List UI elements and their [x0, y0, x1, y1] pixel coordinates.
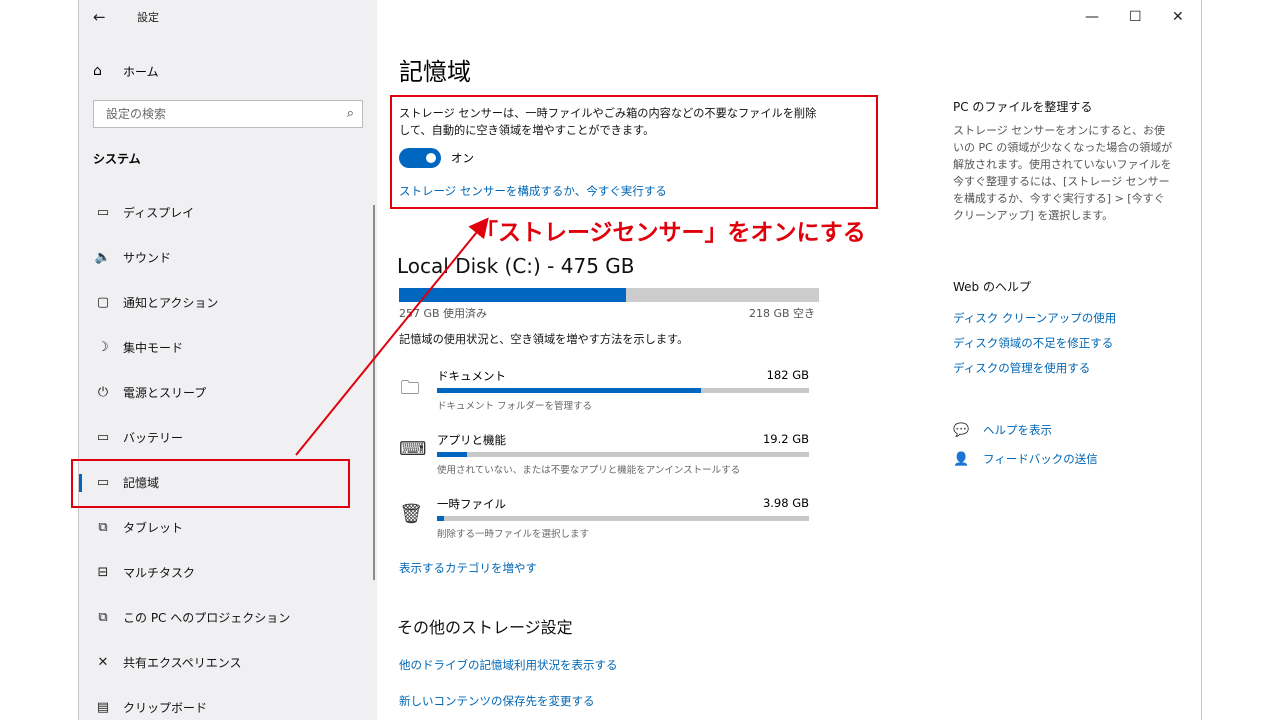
- category-subtext: ドキュメント フォルダーを管理する: [437, 401, 593, 412]
- category-usage-bar: [437, 452, 809, 457]
- send-feedback-label: フィードバックの送信: [983, 452, 1098, 466]
- organize-files-body: ストレージ センサーをオンにすると、お使いの PC の領域が少なくなった場合の領…: [953, 124, 1173, 222]
- sidebar-item-label: タブレット: [123, 521, 184, 535]
- sidebar-item-tablet[interactable]: ⧉ タブレット: [79, 505, 377, 550]
- category-name: アプリと機能: [437, 433, 506, 447]
- speaker-icon: 🔈: [94, 250, 112, 265]
- sidebar-item-focus-assist[interactable]: ☽ 集中モード: [79, 325, 377, 370]
- clipboard-icon: ▤: [96, 700, 110, 715]
- minimize-button[interactable]: —: [1085, 9, 1099, 25]
- search-box: ⌕: [93, 100, 363, 128]
- display-icon: ▭: [96, 205, 110, 220]
- home-icon: ⌂: [93, 63, 102, 79]
- annotation-storage-sense-box: [390, 95, 878, 209]
- search-input[interactable]: [94, 101, 334, 127]
- maximize-button[interactable]: ☐: [1129, 9, 1142, 25]
- sidebar-item-label: 通知とアクション: [123, 296, 219, 310]
- web-help-link-disk-management[interactable]: ディスクの管理を使用する: [953, 360, 1090, 376]
- search-icon[interactable]: ⌕: [347, 106, 354, 121]
- category-size: 3.98 GB: [762, 496, 809, 510]
- trash-icon: 🗑: [399, 503, 424, 525]
- moon-icon: ☽: [97, 340, 109, 355]
- category-usage-fill: [437, 516, 445, 521]
- web-help-title: Web のヘルプ: [953, 280, 1031, 294]
- disk-free-label: 218 GB 空き: [749, 307, 816, 320]
- get-help-button[interactable]: 💬 ヘルプを表示: [953, 420, 1052, 440]
- sidebar-item-projection[interactable]: ⧉ この PC へのプロジェクション: [79, 595, 377, 640]
- disk-description: 記憶域の使用状況と、空き領域を増やす方法を示します。: [399, 333, 689, 346]
- keyboard-icon: ⌨: [399, 438, 427, 460]
- sidebar-section-title: システム: [93, 152, 141, 166]
- tablet-icon: ⧉: [98, 520, 108, 535]
- close-button[interactable]: ✕: [1172, 9, 1184, 25]
- projection-icon: ⧉: [98, 610, 108, 625]
- sidebar-item-multitasking[interactable]: ⊟ マルチタスク: [79, 550, 377, 595]
- shared-experiences-icon: ✕: [97, 655, 109, 670]
- show-more-categories-link[interactable]: 表示するカテゴリを増やす: [399, 560, 537, 576]
- sidebar-scrollbar[interactable]: [373, 205, 375, 580]
- sidebar-item-display[interactable]: ▭ ディスプレイ: [79, 190, 377, 235]
- sidebar-item-battery[interactable]: ▭ バッテリー: [79, 415, 377, 460]
- notification-icon: ▢: [96, 295, 110, 310]
- sidebar-item-label: この PC へのプロジェクション: [123, 611, 291, 625]
- disk-usage-bar: [399, 288, 819, 302]
- category-documents[interactable]: 🗀 ドキュメント 182 GB ドキュメント フォルダーを管理する: [399, 368, 809, 416]
- change-save-location-link[interactable]: 新しいコンテンツの保存先を変更する: [399, 693, 595, 709]
- disk-used-label: 257 GB 使用済み: [399, 307, 488, 320]
- get-help-label: ヘルプを表示: [983, 423, 1052, 437]
- category-size: 19.2 GB: [762, 432, 809, 446]
- annotation-text: 「ストレージセンサー」をオンにする: [475, 220, 866, 246]
- category-usage-fill: [437, 388, 702, 393]
- category-name: 一時ファイル: [437, 497, 506, 511]
- category-subtext: 削除する一時ファイルを選択します: [437, 529, 590, 540]
- sidebar-item-notifications[interactable]: ▢ 通知とアクション: [79, 280, 377, 325]
- sidebar-item-label: 電源とスリープ: [123, 386, 207, 400]
- sidebar-item-power-sleep[interactable]: ⏻ 電源とスリープ: [79, 370, 377, 415]
- chat-help-icon: 💬: [953, 422, 970, 438]
- web-help-link-disk-cleanup[interactable]: ディスク クリーンアップの使用: [953, 310, 1116, 326]
- battery-icon: ▭: [96, 430, 110, 445]
- category-temp-files[interactable]: 🗑 一時ファイル 3.98 GB 削除する一時ファイルを選択します: [399, 496, 809, 544]
- sidebar-nav: ▭ ディスプレイ 🔈 サウンド ▢ 通知とアクション ☽ 集中モード ⏻ 電源と…: [79, 190, 377, 720]
- sidebar-item-label: マルチタスク: [123, 566, 196, 580]
- sidebar-item-sound[interactable]: 🔈 サウンド: [79, 235, 377, 280]
- category-usage-fill: [437, 452, 467, 457]
- window-title: 設定: [137, 11, 159, 24]
- folder-icon: 🗀: [400, 377, 420, 399]
- category-subtext: 使用されていない、または不要なアプリと機能をアンインストールする: [437, 465, 741, 476]
- category-name: ドキュメント: [437, 369, 506, 383]
- multitasking-icon: ⊟: [97, 565, 109, 580]
- other-storage-settings-title: その他のストレージ設定: [397, 618, 573, 637]
- category-size: 182 GB: [766, 368, 809, 382]
- power-icon: ⏻: [97, 385, 109, 400]
- sidebar-item-label: サウンド: [123, 251, 172, 265]
- other-drives-usage-link[interactable]: 他のドライブの記憶域利用状況を表示する: [399, 657, 618, 673]
- web-help-link-fix-low-space[interactable]: ディスク領域の不足を修正する: [953, 335, 1113, 351]
- back-arrow-icon[interactable]: ←: [93, 8, 113, 26]
- send-feedback-button[interactable]: 👤 フィードバックの送信: [953, 449, 1098, 469]
- sidebar-item-label: ホーム: [123, 64, 159, 79]
- feedback-icon: 👤: [953, 451, 970, 467]
- sidebar-item-home[interactable]: ⌂ ホーム: [93, 60, 159, 82]
- page-title: 記憶域: [399, 58, 471, 86]
- annotation-storage-nav-box: [71, 459, 350, 508]
- sidebar-item-clipboard[interactable]: ▤ クリップボード: [79, 685, 377, 720]
- sidebar-item-label: ディスプレイ: [123, 206, 195, 220]
- category-usage-bar: [437, 516, 809, 521]
- sidebar-item-label: 共有エクスペリエンス: [123, 656, 242, 670]
- sidebar-item-shared-experiences[interactable]: ✕ 共有エクスペリエンス: [79, 640, 377, 685]
- sidebar-item-label: バッテリー: [123, 431, 184, 445]
- category-usage-bar: [437, 388, 809, 393]
- sidebar-item-label: クリップボード: [123, 701, 208, 715]
- disk-title: Local Disk (C:) - 475 GB: [397, 254, 635, 278]
- category-apps[interactable]: ⌨ アプリと機能 19.2 GB 使用されていない、または不要なアプリと機能をア…: [399, 432, 809, 480]
- sidebar: ← 設定 ⌂ ホーム ⌕ システム ▭ ディスプレイ 🔈 サウンド ▢ 通知とア…: [79, 0, 377, 720]
- organize-files-title: PC のファイルを整理する: [953, 100, 1093, 114]
- disk-usage-fill: [399, 288, 626, 302]
- sidebar-item-label: 集中モード: [123, 341, 184, 355]
